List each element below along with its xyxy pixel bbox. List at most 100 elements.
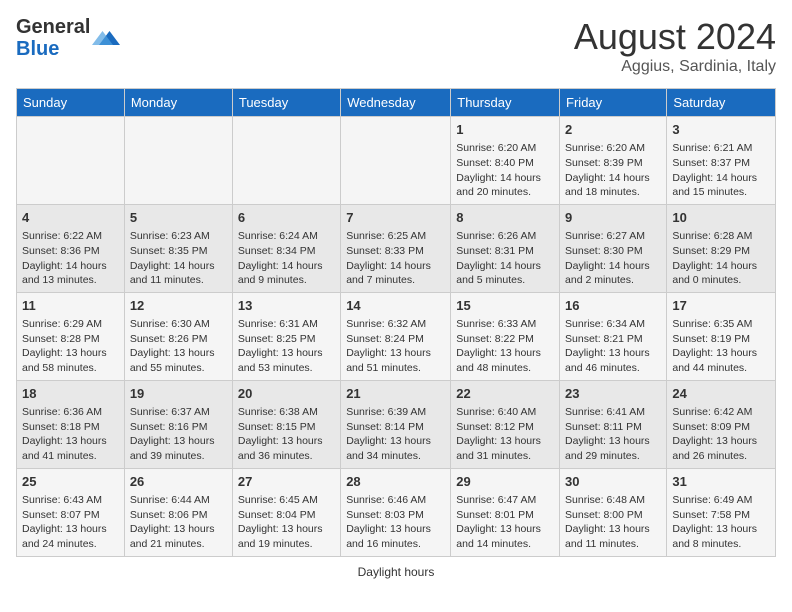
calendar-cell: 12 Sunrise: 6:30 AM Sunset: 8:26 PM Dayli… bbox=[124, 292, 232, 380]
cell-content: Sunrise: 6:45 AM Sunset: 8:04 PM Dayligh… bbox=[238, 493, 335, 552]
calendar-cell: 19 Sunrise: 6:37 AM Sunset: 8:16 PM Dayli… bbox=[124, 380, 232, 468]
day-number: 26 bbox=[130, 473, 227, 491]
column-header-tuesday: Tuesday bbox=[232, 89, 340, 117]
calendar-cell: 17 Sunrise: 6:35 AM Sunset: 8:19 PM Dayli… bbox=[667, 292, 776, 380]
calendar-cell: 30Sunrise: 6:48 AM Sunset: 8:00 PM Dayli… bbox=[560, 468, 667, 556]
cell-content: Sunrise: 6:39 AM Sunset: 8:14 PM Dayligh… bbox=[346, 405, 445, 464]
cell-content: Sunrise: 6:47 AM Sunset: 8:01 PM Dayligh… bbox=[456, 493, 554, 552]
cell-content: Sunrise: 6:33 AM Sunset: 8:22 PM Dayligh… bbox=[456, 317, 554, 376]
day-number: 8 bbox=[456, 209, 554, 227]
cell-content: Sunrise: 6:27 AM Sunset: 8:30 PM Dayligh… bbox=[565, 229, 661, 288]
week-row-2: 4Sunrise: 6:22 AM Sunset: 8:36 PM Daylig… bbox=[17, 204, 776, 292]
calendar-cell: 23 Sunrise: 6:41 AM Sunset: 8:11 PM Dayli… bbox=[560, 380, 667, 468]
day-number: 16 bbox=[565, 297, 661, 315]
day-number: 10 bbox=[672, 209, 770, 227]
calendar-cell: 9 Sunrise: 6:27 AM Sunset: 8:30 PM Daylig… bbox=[560, 204, 667, 292]
calendar-cell: 21 Sunrise: 6:39 AM Sunset: 8:14 PM Dayli… bbox=[341, 380, 451, 468]
cell-content: Sunrise: 6:40 AM Sunset: 8:12 PM Dayligh… bbox=[456, 405, 554, 464]
cell-content: Sunrise: 6:31 AM Sunset: 8:25 PM Dayligh… bbox=[238, 317, 335, 376]
day-number: 17 bbox=[672, 297, 770, 315]
calendar-cell: 18 Sunrise: 6:36 AM Sunset: 8:18 PM Dayli… bbox=[17, 380, 125, 468]
day-number: 9 bbox=[565, 209, 661, 227]
cell-content: Sunrise: 6:37 AM Sunset: 8:16 PM Dayligh… bbox=[130, 405, 227, 464]
day-number: 30 bbox=[565, 473, 661, 491]
cell-content: Sunrise: 6:49 AM Sunset: 7:58 PM Dayligh… bbox=[672, 493, 770, 552]
cell-content: Sunrise: 6:22 AM Sunset: 8:36 PM Dayligh… bbox=[22, 229, 119, 288]
calendar-cell: 27 Sunrise: 6:45 AM Sunset: 8:04 PM Dayli… bbox=[232, 468, 340, 556]
day-number: 23 bbox=[565, 385, 661, 403]
cell-content: Sunrise: 6:21 AM Sunset: 8:37 PM Dayligh… bbox=[672, 141, 770, 200]
day-number: 25 bbox=[22, 473, 119, 491]
column-header-friday: Friday bbox=[560, 89, 667, 117]
column-header-saturday: Saturday bbox=[667, 89, 776, 117]
calendar-cell bbox=[232, 117, 340, 205]
logo-icon bbox=[92, 24, 120, 52]
day-number: 28 bbox=[346, 473, 445, 491]
cell-content: Sunrise: 6:24 AM Sunset: 8:34 PM Dayligh… bbox=[238, 229, 335, 288]
day-number: 12 bbox=[130, 297, 227, 315]
day-number: 13 bbox=[238, 297, 335, 315]
day-number: 18 bbox=[22, 385, 119, 403]
cell-content: Sunrise: 6:36 AM Sunset: 8:18 PM Dayligh… bbox=[22, 405, 119, 464]
calendar-cell: 6 Sunrise: 6:24 AM Sunset: 8:34 PM Daylig… bbox=[232, 204, 340, 292]
calendar-cell: 26Sunrise: 6:44 AM Sunset: 8:06 PM Dayli… bbox=[124, 468, 232, 556]
calendar-cell: 11Sunrise: 6:29 AM Sunset: 8:28 PM Dayli… bbox=[17, 292, 125, 380]
calendar-cell: 20Sunrise: 6:38 AM Sunset: 8:15 PM Dayli… bbox=[232, 380, 340, 468]
cell-content: Sunrise: 6:34 AM Sunset: 8:21 PM Dayligh… bbox=[565, 317, 661, 376]
calendar-cell: 15 Sunrise: 6:33 AM Sunset: 8:22 PM Dayli… bbox=[451, 292, 560, 380]
column-header-sunday: Sunday bbox=[17, 89, 125, 117]
day-number: 15 bbox=[456, 297, 554, 315]
week-row-4: 18 Sunrise: 6:36 AM Sunset: 8:18 PM Dayli… bbox=[17, 380, 776, 468]
calendar-cell: 7Sunrise: 6:25 AM Sunset: 8:33 PM Daylig… bbox=[341, 204, 451, 292]
week-row-5: 25Sunrise: 6:43 AM Sunset: 8:07 PM Dayli… bbox=[17, 468, 776, 556]
calendar-cell: 14Sunrise: 6:32 AM Sunset: 8:24 PM Dayli… bbox=[341, 292, 451, 380]
day-number: 22 bbox=[456, 385, 554, 403]
cell-content: Sunrise: 6:28 AM Sunset: 8:29 PM Dayligh… bbox=[672, 229, 770, 288]
logo-blue-text: Blue bbox=[16, 38, 59, 60]
calendar-cell bbox=[17, 117, 125, 205]
cell-content: Sunrise: 6:25 AM Sunset: 8:33 PM Dayligh… bbox=[346, 229, 445, 288]
column-header-thursday: Thursday bbox=[451, 89, 560, 117]
day-number: 6 bbox=[238, 209, 335, 227]
day-number: 2 bbox=[565, 121, 661, 139]
footer: Daylight hours bbox=[16, 565, 776, 579]
day-number: 27 bbox=[238, 473, 335, 491]
cell-content: Sunrise: 6:35 AM Sunset: 8:19 PM Dayligh… bbox=[672, 317, 770, 376]
calendar-cell: 22 Sunrise: 6:40 AM Sunset: 8:12 PM Dayli… bbox=[451, 380, 560, 468]
calendar-cell bbox=[124, 117, 232, 205]
cell-content: Sunrise: 6:29 AM Sunset: 8:28 PM Dayligh… bbox=[22, 317, 119, 376]
day-number: 14 bbox=[346, 297, 445, 315]
title-block: August 2024 Aggius, Sardinia, Italy bbox=[574, 16, 776, 76]
day-number: 21 bbox=[346, 385, 445, 403]
day-number: 20 bbox=[238, 385, 335, 403]
calendar-cell bbox=[341, 117, 451, 205]
day-number: 19 bbox=[130, 385, 227, 403]
location: Aggius, Sardinia, Italy bbox=[574, 58, 776, 76]
cell-content: Sunrise: 6:42 AM Sunset: 8:09 PM Dayligh… bbox=[672, 405, 770, 464]
week-row-1: 1Sunrise: 6:20 AM Sunset: 8:40 PM Daylig… bbox=[17, 117, 776, 205]
month-year: August 2024 bbox=[574, 16, 776, 58]
calendar-cell: 1Sunrise: 6:20 AM Sunset: 8:40 PM Daylig… bbox=[451, 117, 560, 205]
page-header: General Blue August 2024 Aggius, Sardini… bbox=[16, 16, 776, 76]
calendar-table: SundayMondayTuesdayWednesdayThursdayFrid… bbox=[16, 88, 776, 557]
logo: General Blue bbox=[16, 16, 120, 60]
calendar-cell: 2Sunrise: 6:20 AM Sunset: 8:39 PM Daylig… bbox=[560, 117, 667, 205]
cell-content: Sunrise: 6:30 AM Sunset: 8:26 PM Dayligh… bbox=[130, 317, 227, 376]
cell-content: Sunrise: 6:41 AM Sunset: 8:11 PM Dayligh… bbox=[565, 405, 661, 464]
column-header-wednesday: Wednesday bbox=[341, 89, 451, 117]
calendar-cell: 4Sunrise: 6:22 AM Sunset: 8:36 PM Daylig… bbox=[17, 204, 125, 292]
calendar-cell: 16 Sunrise: 6:34 AM Sunset: 8:21 PM Dayli… bbox=[560, 292, 667, 380]
calendar-cell: 25Sunrise: 6:43 AM Sunset: 8:07 PM Dayli… bbox=[17, 468, 125, 556]
cell-content: Sunrise: 6:26 AM Sunset: 8:31 PM Dayligh… bbox=[456, 229, 554, 288]
calendar-header-row: SundayMondayTuesdayWednesdayThursdayFrid… bbox=[17, 89, 776, 117]
cell-content: Sunrise: 6:20 AM Sunset: 8:40 PM Dayligh… bbox=[456, 141, 554, 200]
column-header-monday: Monday bbox=[124, 89, 232, 117]
calendar-cell: 8 Sunrise: 6:26 AM Sunset: 8:31 PM Daylig… bbox=[451, 204, 560, 292]
daylight-label: Daylight hours bbox=[358, 565, 435, 579]
day-number: 5 bbox=[130, 209, 227, 227]
calendar-cell: 5Sunrise: 6:23 AM Sunset: 8:35 PM Daylig… bbox=[124, 204, 232, 292]
calendar-cell: 24Sunrise: 6:42 AM Sunset: 8:09 PM Dayli… bbox=[667, 380, 776, 468]
calendar-cell: 29Sunrise: 6:47 AM Sunset: 8:01 PM Dayli… bbox=[451, 468, 560, 556]
cell-content: Sunrise: 6:46 AM Sunset: 8:03 PM Dayligh… bbox=[346, 493, 445, 552]
calendar-cell: 3Sunrise: 6:21 AM Sunset: 8:37 PM Daylig… bbox=[667, 117, 776, 205]
